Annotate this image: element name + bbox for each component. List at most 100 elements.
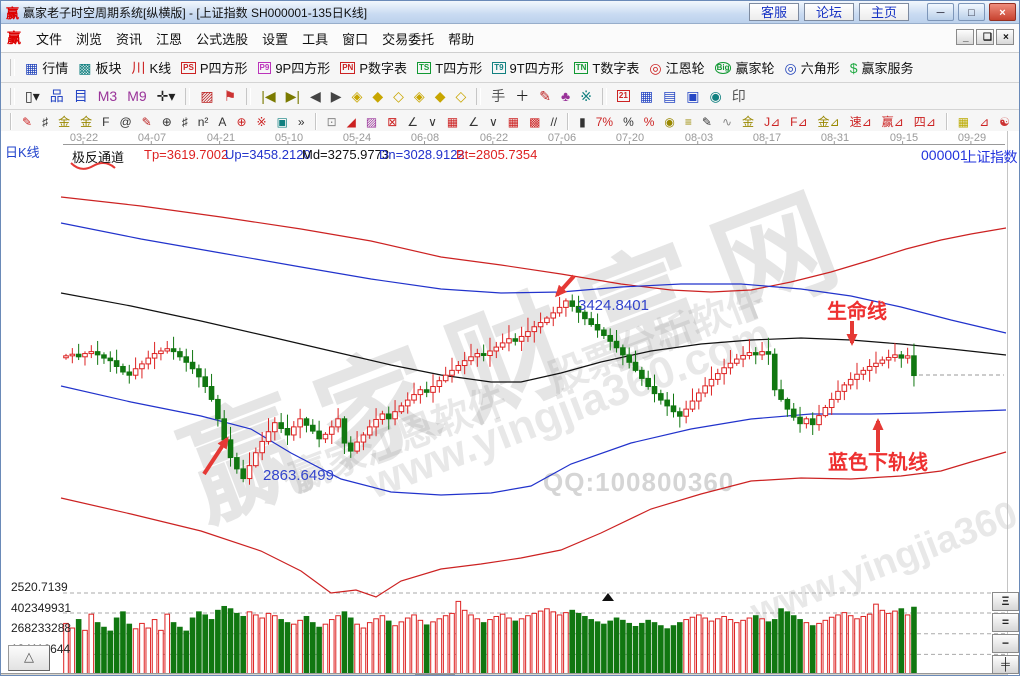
diamond-4way-icon[interactable]: ◈ (412, 88, 427, 104)
percent-line-tool[interactable]: % (642, 115, 657, 129)
compress-slider-button[interactable]: ╪ (992, 655, 1019, 674)
pencil-tool[interactable]: ✎ (537, 88, 553, 104)
angle-a-tool[interactable]: A (216, 115, 228, 129)
crosshair-tool[interactable]: ＋ (513, 88, 531, 104)
fibonacci-tool[interactable]: F (100, 115, 111, 129)
mdi-close-button[interactable]: × (996, 29, 1014, 45)
compress-1-line-button[interactable]: − (992, 634, 1019, 653)
wave-tool[interactable]: ∿ (720, 115, 734, 129)
percent-tool[interactable]: % (621, 115, 636, 129)
f10-report-icon[interactable]: 目 (72, 88, 90, 104)
fan-lines-tool[interactable]: ◢ (345, 115, 358, 129)
diamond-star-icon[interactable]: ◇ (453, 88, 468, 104)
close-button[interactable]: × (989, 3, 1016, 21)
angle-line-tool[interactable]: ∠ (405, 115, 420, 129)
gann-circle-tool[interactable]: ⊕ (160, 115, 174, 129)
tool-t-number-table[interactable]: TNT数字表 (572, 57, 642, 78)
goto-last-button[interactable]: ▶| (284, 88, 302, 104)
tool-hexagon[interactable]: ◎六角形 (782, 57, 841, 78)
price-grid-tool[interactable]: ▦ (445, 115, 460, 129)
parallel-lines-tool[interactable]: // (548, 115, 559, 129)
web-save-icon[interactable]: ◉ (708, 88, 724, 104)
page-prev-button[interactable]: ◀ (308, 88, 323, 104)
network-quotes-icon[interactable]: 品 (48, 88, 66, 104)
menu-formula-picker[interactable]: 公式选股 (191, 27, 253, 50)
wave-9-icon[interactable]: M9 (125, 88, 148, 104)
wave-line-2-tool[interactable]: ∨ (487, 115, 500, 129)
kefu-button[interactable]: 客服 (749, 3, 799, 21)
n-squared-tool[interactable]: n² (196, 115, 211, 129)
golden-3-tool[interactable]: 金 (740, 115, 756, 129)
menu-gann[interactable]: 江恩 (151, 27, 187, 50)
menu-help[interactable]: 帮助 (443, 27, 479, 50)
diamond-diag-icon[interactable]: ◇ (391, 88, 406, 104)
j-angle-tool[interactable]: J⊿ (762, 115, 782, 129)
menu-tools[interactable]: 工具 (297, 27, 333, 50)
gann-grid-tool[interactable]: ♯ (40, 115, 50, 129)
hand-tool[interactable]: 手 (489, 88, 507, 104)
tool-p-number-table[interactable]: PNP数字表 (338, 57, 409, 78)
menu-trade[interactable]: 交易委托 (377, 27, 439, 50)
compress-3-lines-button[interactable]: Ξ (992, 592, 1019, 611)
home-button[interactable]: 主页 (859, 3, 909, 21)
ink-pen-tool[interactable]: ✎ (700, 115, 714, 129)
angle-line-2-tool[interactable]: ∠ (466, 115, 481, 129)
triangle-7pct-tool[interactable]: 7% (594, 115, 615, 129)
menu-file[interactable]: 文件 (31, 27, 67, 50)
calendar-icon[interactable]: 21 (615, 89, 632, 103)
menu-browse[interactable]: 浏览 (71, 27, 107, 50)
print-icon[interactable]: 印 (730, 88, 748, 104)
menu-news[interactable]: 资讯 (111, 27, 147, 50)
speed-angle-tool[interactable]: 速⊿ (848, 115, 874, 129)
golden-section-tool[interactable]: 金 (56, 115, 72, 129)
menu-window[interactable]: 窗口 (337, 27, 373, 50)
price-grid-2-tool[interactable]: ▦ (506, 115, 521, 129)
starburst-tool[interactable]: ※ (255, 115, 269, 129)
minimize-button[interactable]: ─ (927, 3, 954, 21)
pen-2-tool[interactable]: ✎ (140, 115, 154, 129)
tool-9p-square[interactable]: P99P四方形 (256, 57, 333, 78)
page-next-button[interactable]: ▶ (329, 88, 344, 104)
tool-sectors[interactable]: ▩板块 (76, 57, 123, 78)
volume-profile-tool[interactable]: ▮ (577, 115, 588, 129)
menu-settings[interactable]: 设置 (257, 27, 293, 50)
tool-9t-square[interactable]: T99T四方形 (490, 57, 566, 78)
mdi-restore-button[interactable]: ❏ (976, 29, 994, 45)
save-icon[interactable]: ▣ (684, 88, 701, 104)
ribbon-tool[interactable]: ♣ (559, 88, 572, 104)
wave-3-icon[interactable]: M3 (96, 88, 119, 104)
price-chart-canvas[interactable] (1, 131, 1020, 676)
trend-chart-tool[interactable]: ⊿ (977, 115, 991, 129)
compress-2-lines-button[interactable]: = (992, 613, 1019, 632)
mdi-minimize-button[interactable]: _ (956, 29, 974, 45)
marker-dropdown[interactable]: ✛▾ (155, 88, 178, 104)
tool-winner-wheel[interactable]: Big赢家轮 (713, 57, 777, 78)
candle-style-dropdown[interactable]: ▯▾ (23, 88, 42, 104)
golden-circle-tool[interactable]: ◉ (662, 115, 676, 129)
notebook-icon[interactable]: ▤ (661, 88, 678, 104)
color-chart-icon[interactable]: ⚑ (222, 88, 239, 104)
golden-angle-tool[interactable]: 金⊿ (816, 115, 842, 129)
tool-t-square[interactable]: TST四方形 (415, 57, 484, 78)
tool-gann-wheel[interactable]: ◎江恩轮 (647, 57, 706, 78)
collapse-pane-button[interactable]: △ (8, 645, 50, 671)
forum-button[interactable]: 论坛 (804, 3, 854, 21)
tool-quotes[interactable]: ▦行情 (23, 57, 70, 78)
tool-kline[interactable]: 川K线 (130, 57, 174, 78)
red-seal-icon[interactable]: ▨ (198, 88, 215, 104)
target-red-tool[interactable]: ⊕ (234, 115, 248, 129)
maximize-button[interactable]: □ (958, 3, 985, 21)
more-tools-chevron[interactable]: » (296, 115, 307, 129)
price-grid-3-tool[interactable]: ▩ (527, 115, 542, 129)
box-lines-tool[interactable]: ⊠ (385, 115, 399, 129)
calculator-icon[interactable]: ▦ (638, 88, 655, 104)
golden-lines-tool[interactable]: ≡ (683, 115, 694, 129)
knot-tool[interactable]: ※ (578, 88, 594, 104)
infinity-tool[interactable]: ∞ (1018, 115, 1019, 129)
tool-winner-service[interactable]: $赢家服务 (848, 57, 916, 78)
pen-red-tool[interactable]: ✎ (20, 115, 34, 129)
diamond-h-icon[interactable]: ◈ (350, 88, 365, 104)
hash-tool[interactable]: ♯ (180, 115, 190, 129)
diamond-v-icon[interactable]: ◆ (370, 88, 385, 104)
four-angle-tool[interactable]: 四⊿ (912, 115, 938, 129)
